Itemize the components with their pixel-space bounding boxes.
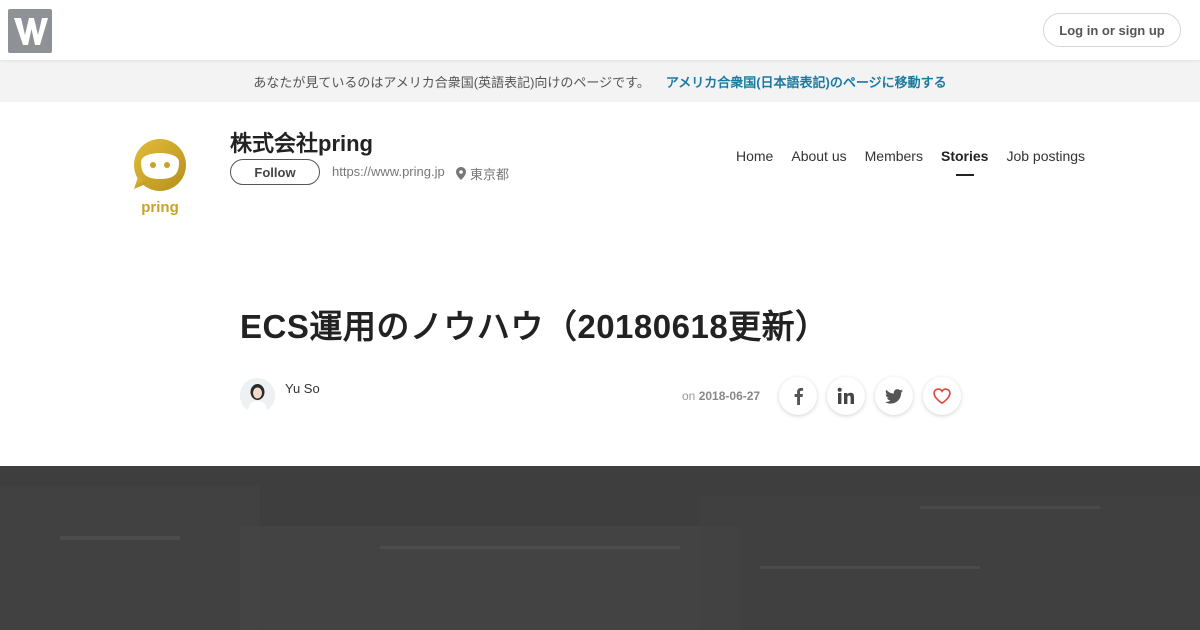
- linkedin-icon: [837, 387, 854, 404]
- locale-notice-message: あなたが見ているのはアメリカ合衆国(英語表記)向けのページです。: [253, 74, 650, 90]
- nav-members[interactable]: Members: [865, 148, 923, 164]
- twitter-share-button[interactable]: [875, 377, 913, 415]
- author-name[interactable]: Yu So: [285, 381, 320, 396]
- facebook-icon: [794, 388, 804, 405]
- company-location-text: 東京都: [470, 167, 510, 182]
- company-nav: Home About us Members Stories Job postin…: [736, 148, 1085, 176]
- post-date: on 2018-06-27: [682, 389, 760, 403]
- company-url-link[interactable]: https://www.pring.jp: [332, 164, 445, 179]
- locale-switch-link[interactable]: アメリカ合衆国(日本語表記)のページに移動する: [666, 72, 947, 91]
- company-logo-text: pring: [141, 199, 179, 216]
- author-avatar[interactable]: [240, 378, 275, 413]
- follow-button[interactable]: Follow: [230, 159, 320, 185]
- post-date-value: 2018-06-27: [698, 389, 761, 403]
- wantedly-logo-icon[interactable]: [8, 9, 52, 53]
- nav-job-postings[interactable]: Job postings: [1006, 148, 1085, 164]
- twitter-icon: [885, 388, 903, 404]
- login-signup-button[interactable]: Log in or sign up: [1043, 13, 1181, 47]
- facebook-share-button[interactable]: [779, 377, 817, 415]
- locale-notice-bar: あなたが見ているのはアメリカ合衆国(英語表記)向けのページです。 アメリカ合衆国…: [0, 60, 1200, 102]
- nav-stories[interactable]: Stories: [941, 148, 988, 176]
- story-title: ECS運用のノウハウ（20180618更新）: [240, 308, 829, 345]
- company-location: 東京都: [456, 164, 509, 183]
- nav-home[interactable]: Home: [736, 148, 773, 164]
- company-logo[interactable]: pring: [128, 137, 192, 217]
- like-button[interactable]: [923, 377, 961, 415]
- company-name[interactable]: 株式会社pring: [230, 126, 373, 158]
- nav-about-us[interactable]: About us: [791, 148, 846, 164]
- post-date-prefix: on: [682, 389, 696, 403]
- story-cover-image: [0, 466, 1200, 630]
- top-bar: Log in or sign up: [0, 0, 1200, 60]
- linkedin-share-button[interactable]: [827, 377, 865, 415]
- heart-icon: [933, 388, 951, 404]
- location-pin-icon: [456, 167, 466, 180]
